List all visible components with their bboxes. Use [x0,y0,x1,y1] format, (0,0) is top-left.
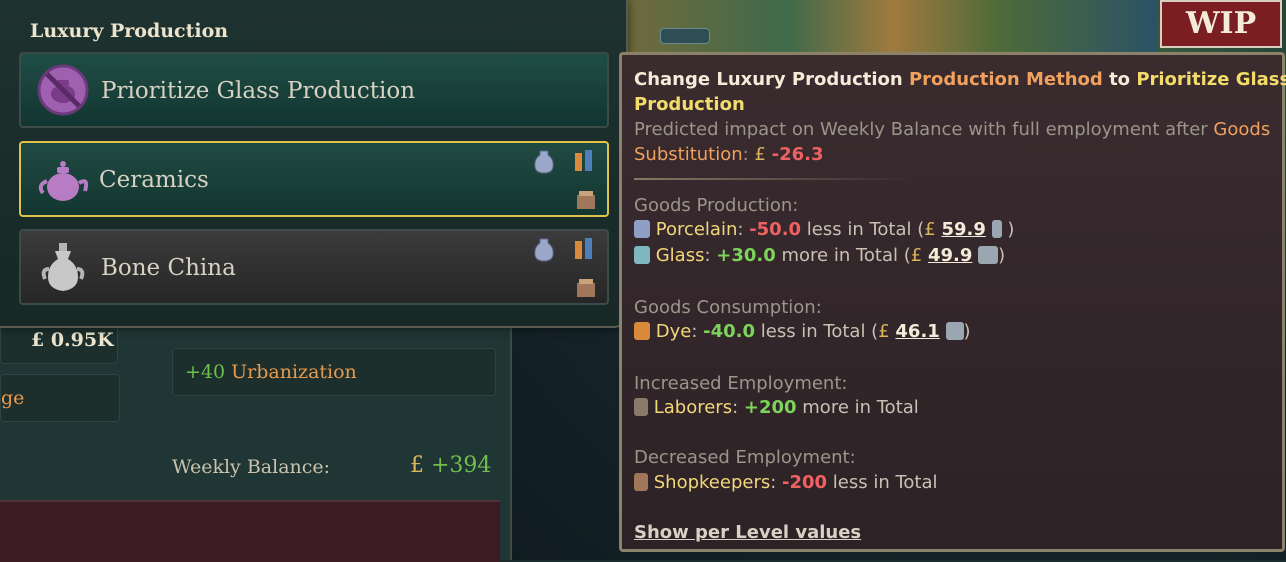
glass-icon [634,246,650,264]
bottom-bar [0,500,500,562]
production-row-glass: Glass: +30.0 more in Total (£ 49.9 ) [634,245,1005,266]
porcelain-icon [534,150,554,174]
option-label: Prioritize Glass Production [101,78,416,104]
good-name: Glass [655,245,705,266]
option-prioritize-glass[interactable]: Prioritize Glass Production [19,52,609,128]
goods-consumption-header: Goods Consumption: [634,297,822,318]
teapot-icon [38,161,89,201]
good-name: Dye [655,321,692,342]
coin-stack-icon [978,246,999,264]
option-label: Ceramics [99,167,209,193]
porcelain-icon [634,220,650,238]
partial-label: ge [1,387,25,409]
dye-icon [634,322,650,340]
pop-name: Shopkeepers [653,472,771,493]
vase-icon [41,243,85,291]
good-price[interactable]: 46.1 [895,321,939,342]
map-marker[interactable] [660,28,710,44]
goods-substitution-link2[interactable]: Substitution [634,144,743,165]
consumption-row-dye: Dye: -40.0 less in Total (£ 46.1 ) [634,321,971,342]
header-to: to [1102,69,1137,90]
option-ceramics[interactable]: Ceramics [19,141,609,217]
partial-box: ge [0,374,120,422]
panel-title: Luxury Production [30,20,229,42]
price-currency: £ [910,245,923,266]
price-currency: £ [924,219,936,240]
pop-word: less in Total [827,472,938,493]
header-target: Prioritize Glass [1136,69,1286,90]
good-word: more in Total ( [775,245,911,266]
show-per-level-link[interactable]: Show per Level values [634,522,861,543]
coin-stack-icon [945,322,964,340]
coin-stack-icon [991,220,1002,238]
goods-substitution-link[interactable]: Goods [1213,119,1270,140]
porcelain-icon [534,238,554,262]
production-row-porcelain: Porcelain: -50.0 less in Total (£ 59.9 ) [634,219,1014,240]
predicted-line1: Predicted impact on Weekly Balance with … [634,119,1270,140]
urbanization-value: +40 [185,361,226,383]
pop-name: Laborers [653,397,733,418]
good-word: less in Total ( [755,321,879,342]
money-box: £ 0.95K [0,322,118,364]
price-currency: £ [878,321,890,342]
tooltip-header-line1: Change Luxury Production Production Meth… [634,69,1286,90]
increased-employment-header: Increased Employment: [634,373,848,394]
good-price[interactable]: 59.9 [941,219,985,240]
impact-currency: £ [754,144,766,165]
dye-icon [575,150,592,171]
decreased-employment-header: Decreased Employment: [634,447,856,468]
tooltip-divider [634,178,914,180]
urbanization-box[interactable]: +40 Urbanization [172,348,496,396]
urbanization-label: Urbanization [231,361,357,383]
tools-icon [577,279,595,297]
good-delta: +30.0 [716,245,776,266]
increased-row: Laborers: +200 more in Total [634,397,919,418]
tools-icon [577,191,595,209]
good-price[interactable]: 49.9 [928,245,972,266]
decreased-row: Shopkeepers: -200 less in Total [634,472,938,493]
option-label: Bone China [101,255,236,281]
header-text: Change Luxury Production [634,69,909,90]
good-word: less in Total ( [801,219,925,240]
production-method-tooltip: Change Luxury Production Production Meth… [619,52,1286,552]
good-delta: -50.0 [749,219,802,240]
money-value: £ 0.95K [31,329,114,351]
weekly-balance-label: Weekly Balance: [172,456,331,478]
impact-value: -26.3 [771,144,824,165]
wip-badge: WIP [1160,0,1282,48]
predicted-text: Predicted impact on Weekly Balance with … [634,119,1214,140]
header-pm: Production Method [908,69,1103,90]
predicted-line2: Substitution: £ -26.3 [634,144,824,165]
pop-delta: +200 [743,397,797,418]
pop-delta: -200 [782,472,828,493]
colon: : [742,144,755,165]
shop-icon [634,473,648,491]
good-delta: -40.0 [703,321,756,342]
option-bone-china[interactable]: Bone China [19,229,609,305]
no-teapot-icon [37,64,89,116]
shovel-icon [634,398,648,416]
luxury-production-panel: Luxury Production Prioritize Glass Produ… [0,0,628,328]
pop-word: more in Total [796,397,919,418]
good-name: Porcelain [655,219,738,240]
weekly-balance-currency: £ [410,453,424,478]
tooltip-header-line2: Production [634,94,745,115]
dye-icon [575,238,592,259]
weekly-balance-value: +394 [431,453,492,478]
goods-production-header: Goods Production: [634,195,799,216]
